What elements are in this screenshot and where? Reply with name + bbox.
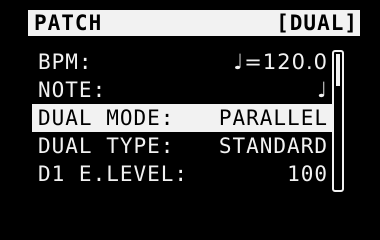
param-row-d1-e-level[interactable]: D1 E.LEVEL: 100 — [32, 160, 332, 188]
param-label: BPM: — [38, 50, 93, 74]
param-value: STANDARD — [218, 134, 328, 158]
scrollbar[interactable] — [332, 50, 344, 192]
param-value: 100 — [287, 162, 328, 186]
param-label: D1 E.LEVEL: — [38, 162, 189, 186]
page-title: PATCH — [34, 11, 103, 35]
param-value: ♩ — [317, 78, 328, 102]
param-label: DUAL MODE: — [38, 106, 175, 130]
header-bar: PATCH [DUAL] — [28, 10, 360, 36]
param-row-note[interactable]: NOTE: ♩ — [32, 76, 332, 104]
param-row-dual-mode[interactable]: DUAL MODE: PARALLEL — [32, 104, 332, 132]
mode-indicator: [DUAL] — [276, 11, 358, 35]
param-value: PARALLEL — [218, 106, 328, 130]
param-label: DUAL TYPE: — [38, 134, 175, 158]
param-row-dual-type[interactable]: DUAL TYPE: STANDARD — [32, 132, 332, 160]
param-value: ♩=120.0 — [233, 50, 328, 74]
display-screen: PATCH [DUAL] BPM: ♩=120.0 NOTE: ♩ DUAL M… — [22, 8, 360, 198]
param-label: NOTE: — [38, 78, 107, 102]
param-row-bpm[interactable]: BPM: ♩=120.0 — [32, 48, 332, 76]
scrollbar-thumb[interactable] — [336, 54, 340, 86]
parameter-list: BPM: ♩=120.0 NOTE: ♩ DUAL MODE: PARALLEL… — [32, 48, 332, 188]
